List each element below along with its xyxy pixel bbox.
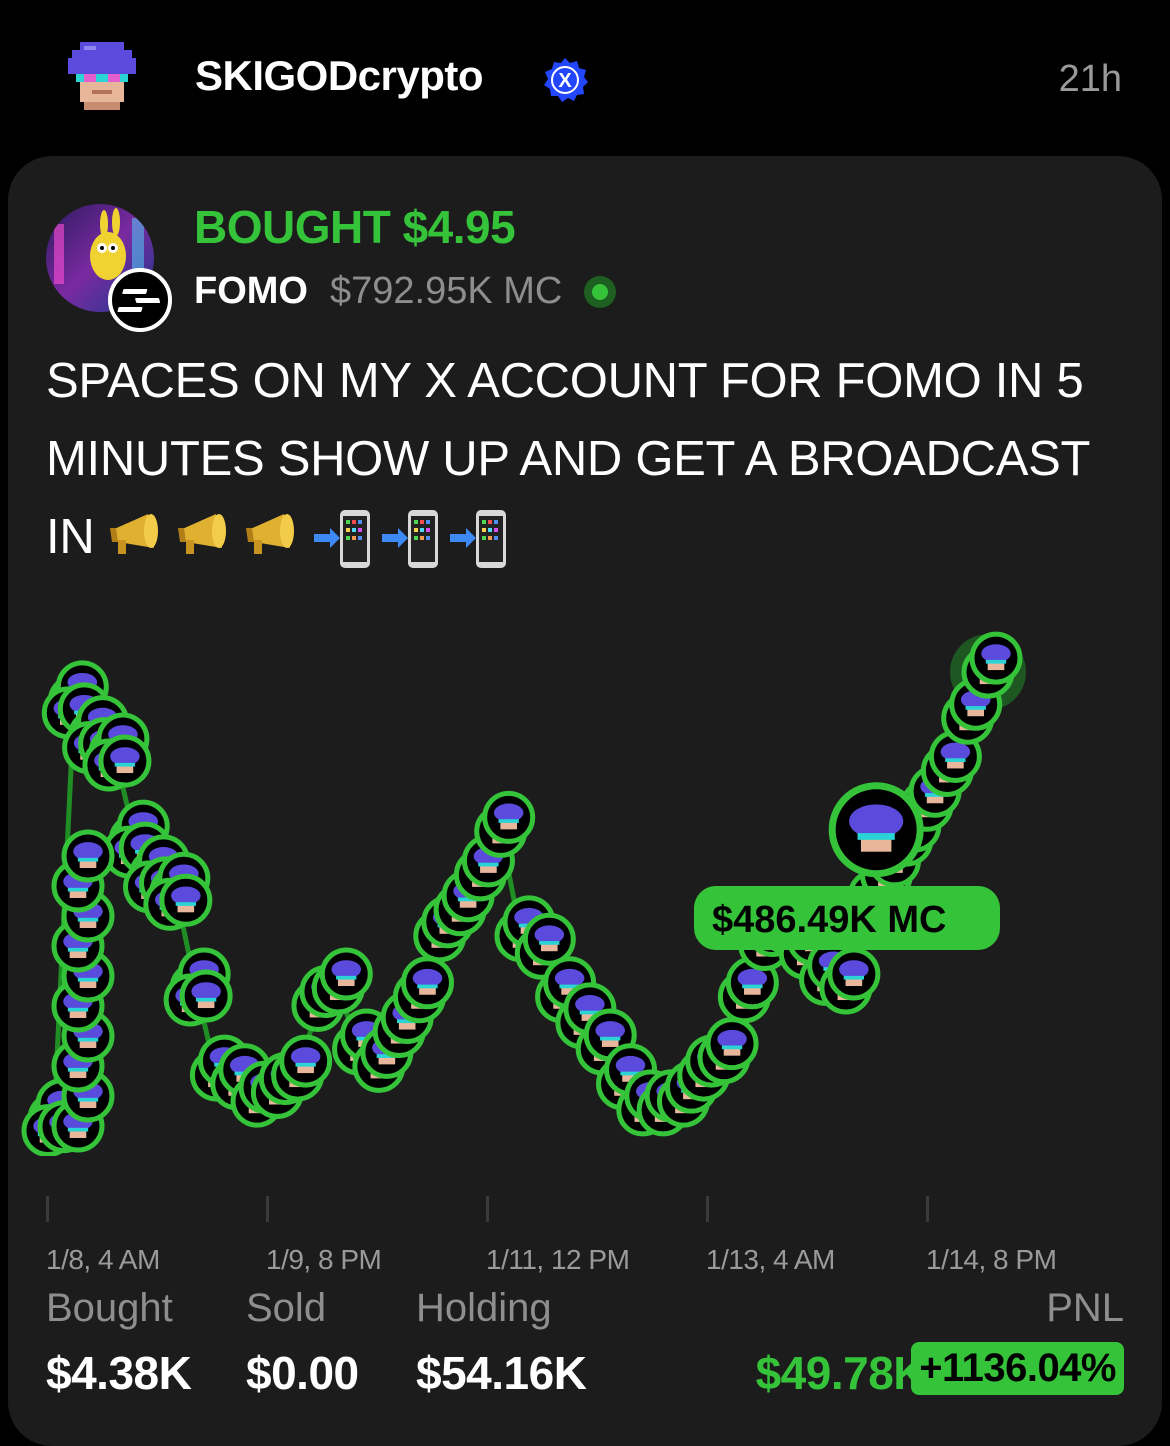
megaphone-icon: [177, 514, 226, 555]
svg-text:X: X: [558, 70, 572, 92]
post-text: SPACES ON MY X ACCOUNT FOR FOMO IN 5 MIN…: [46, 342, 1126, 576]
token-name[interactable]: FOMO: [194, 270, 308, 313]
sold-value: $0.00: [246, 1347, 359, 1399]
holding-value: $54.16K: [416, 1347, 587, 1399]
solana-icon: [108, 268, 172, 332]
mobile-arrow-icon: [313, 510, 370, 569]
pnl-label: PNL: [1046, 1286, 1124, 1330]
token-market-cap: $792.95K MC: [329, 270, 563, 312]
x-tick-mark: [926, 1196, 929, 1222]
x-tick-label: 1/11, 12 PM: [486, 1244, 630, 1275]
trade-marker[interactable]: [159, 873, 213, 927]
trade-marker[interactable]: [279, 1034, 333, 1088]
x-tick-label: 1/9, 8 PM: [266, 1244, 382, 1275]
trade-marker[interactable]: [828, 782, 924, 878]
x-tick-mark: [266, 1196, 269, 1222]
x-tick-mark: [46, 1196, 49, 1222]
chart-x-axis: 1/8, 4 AM 1/9, 8 PM 1/11, 12 PM 1/13, 4 AM 1…: [8, 1196, 1162, 1276]
x-tick-mark: [706, 1196, 709, 1222]
trade-marker[interactable]: [522, 912, 576, 966]
trade-stats: Bought $4.38K Sold $0.00 Holding $54.16K…: [8, 1276, 1162, 1426]
trade-marker[interactable]: [98, 734, 152, 788]
bought-label: Bought: [46, 1286, 173, 1330]
trade-marker[interactable]: [400, 956, 454, 1010]
mobile-arrow-icon: [449, 510, 506, 569]
trade-marker[interactable]: [319, 947, 373, 1001]
sold-label: Sold: [246, 1286, 327, 1330]
trade-card[interactable]: BOUGHT $4.95 FOMO $792.95K MC SPACES ON …: [8, 156, 1162, 1446]
post-header: SKIGODcrypto X 21h: [0, 0, 1170, 155]
bought-value: $4.38K: [46, 1347, 192, 1399]
live-status-icon: [584, 275, 617, 308]
trade-marker[interactable]: [969, 631, 1023, 685]
post-emojis: [108, 508, 510, 572]
trade-marker[interactable]: [61, 829, 115, 883]
username[interactable]: SKIGODcrypto: [195, 52, 484, 100]
post-time: 21h: [1058, 58, 1122, 100]
chart-tooltip-text: $486.49K MC: [712, 899, 946, 941]
holding-label: Holding: [416, 1286, 552, 1330]
megaphone-icon: [109, 514, 158, 555]
pnl-percent-badge: +1136.04%: [911, 1342, 1124, 1395]
trade-marker[interactable]: [827, 947, 881, 1001]
price-chart[interactable]: $486.49K MC: [8, 596, 1162, 1156]
pnl-value: $49.78K: [755, 1347, 927, 1399]
mobile-arrow-icon: [381, 510, 438, 569]
trade-action: BOUGHT $4.95: [194, 201, 516, 253]
megaphone-icon: [245, 514, 294, 555]
trade-marker[interactable]: [179, 969, 233, 1023]
trade-marker[interactable]: [482, 790, 536, 844]
x-tick-label: 1/14, 8 PM: [926, 1244, 1057, 1275]
x-verified-badge-icon: X: [544, 58, 588, 102]
x-tick-label: 1/8, 4 AM: [46, 1244, 160, 1275]
trade-marker[interactable]: [705, 1017, 759, 1071]
token-info: FOMO $792.95K MC: [194, 270, 617, 313]
x-tick-mark: [486, 1196, 489, 1222]
x-tick-label: 1/13, 4 AM: [706, 1244, 835, 1275]
user-avatar[interactable]: [64, 42, 140, 110]
